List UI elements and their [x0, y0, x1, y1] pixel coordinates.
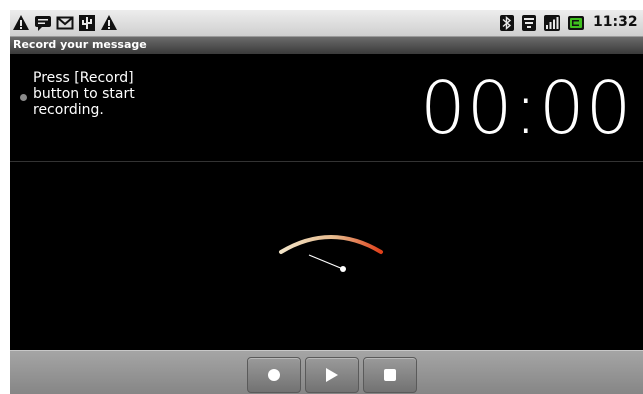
warning-icon: [13, 15, 29, 30]
window-title: Record your message: [13, 38, 147, 51]
stop-button[interactable]: [363, 357, 417, 393]
usb-debug-icon: [79, 15, 95, 31]
status-bar: 11:32 am: [10, 10, 643, 37]
play-icon: [326, 368, 338, 382]
signal-icon: [544, 15, 560, 31]
state-message: Press [Record] button to start recording…: [33, 70, 135, 118]
chat-icon: [35, 16, 51, 31]
stop-icon: [384, 369, 396, 381]
gmail-icon: [56, 16, 74, 30]
bluetooth-icon: [500, 15, 514, 31]
record-button[interactable]: [247, 357, 301, 393]
recorder-screen: 11:32 am Record your message Press [Reco…: [10, 10, 643, 394]
warning-icon: [101, 15, 117, 30]
battery-icon: [568, 16, 584, 30]
vu-meter-icon: [279, 235, 383, 272]
divider: [10, 161, 643, 162]
status-clock: 11:32 am: [593, 14, 643, 30]
control-bar: [10, 350, 643, 394]
record-icon: [268, 369, 280, 381]
timer-display: 00:00: [420, 66, 633, 150]
title-bar: Record your message: [10, 37, 643, 54]
state-led-icon: [20, 94, 27, 101]
play-button[interactable]: [305, 357, 359, 393]
wifi-icon: [522, 15, 536, 31]
